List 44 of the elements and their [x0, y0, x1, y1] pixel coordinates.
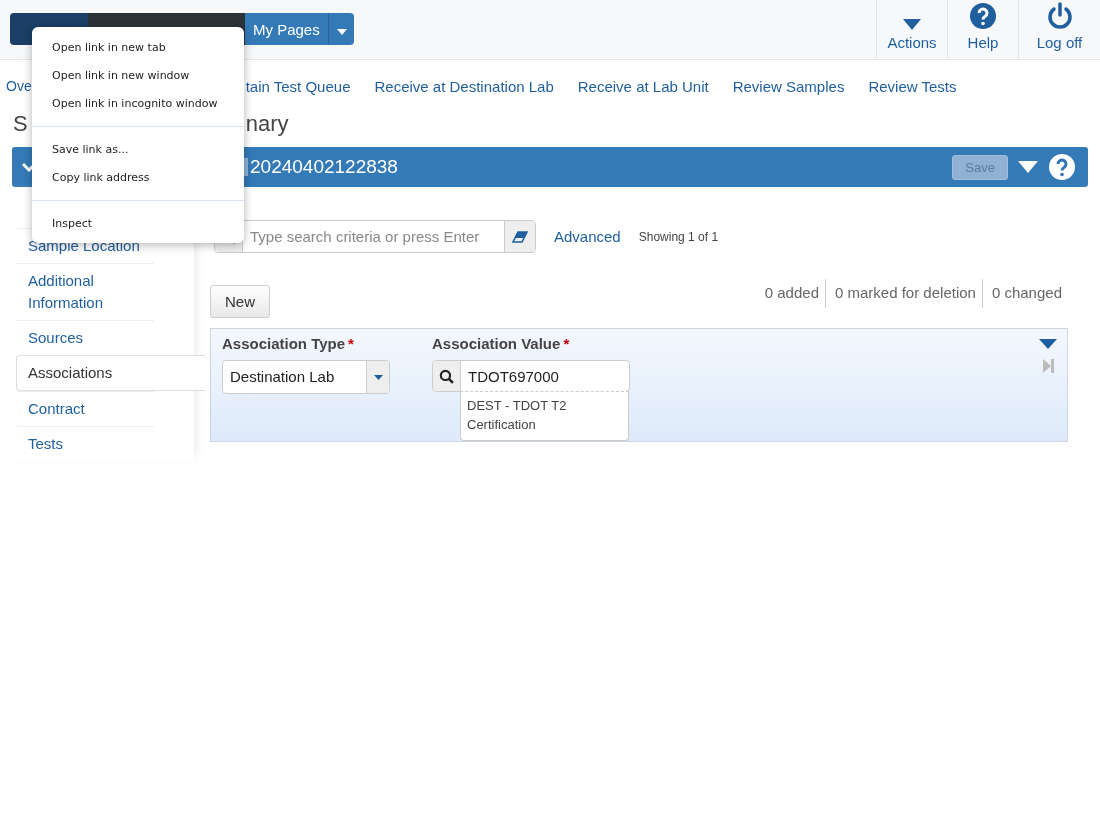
result-count: Showing 1 of 1: [638, 229, 719, 244]
page-title: nary: [245, 111, 289, 137]
type-dropdown[interactable]: Destination Lab: [222, 360, 390, 394]
field-label: Association Value *: [432, 335, 571, 352]
caret-icon: [336, 28, 347, 35]
nav-link[interactable]: Review Samples: [732, 78, 845, 97]
change-count: 0 added: [763, 283, 820, 303]
suggestion-item[interactable]: DEST - TDOT T2 Certification: [460, 391, 629, 441]
nav-link[interactable]: Receive at Lab Unit: [577, 78, 709, 97]
toolbar-button[interactable]: Actions: [876, 0, 947, 59]
power-icon: [1045, 2, 1074, 30]
menu-item[interactable]: Copy link address: [32, 164, 244, 192]
toolbar-button[interactable]: Help: [947, 0, 1018, 59]
search-icon: [439, 368, 454, 384]
caret-icon[interactable]: [1039, 339, 1057, 349]
menu-item[interactable]: Open link in incognito window: [32, 90, 244, 118]
nav-link[interactable]: Ove: [6, 78, 32, 97]
record-title: 20240402122838: [250, 156, 398, 178]
caret-icon: [903, 19, 921, 30]
sidebar-item[interactable]: Tests: [17, 426, 154, 461]
sidebar-item[interactable]: Associations: [16, 355, 205, 391]
dropdown-button[interactable]: [327, 13, 354, 45]
search-field[interactable]: Type search criteria or press Enter: [214, 220, 536, 253]
new-button[interactable]: New: [210, 285, 270, 318]
field-label: Association Type *: [222, 335, 355, 352]
nav-link[interactable]: Receive at Destination Lab: [374, 78, 554, 97]
nav-link[interactable]: tain Test Queue: [245, 78, 351, 97]
change-count: 0 changed: [981, 279, 1068, 308]
sidebar-item[interactable]: Contract: [17, 391, 154, 426]
menu-item[interactable]: Open link in new tab: [32, 34, 244, 62]
eraser-icon[interactable]: [512, 230, 528, 243]
caret-icon[interactable]: [1018, 161, 1038, 173]
value-field[interactable]: TDOT697000: [432, 360, 630, 392]
caret-icon: [373, 374, 383, 380]
help-icon[interactable]: [1048, 153, 1076, 181]
menu-item[interactable]: Save link as...: [32, 136, 244, 164]
change-count: 0 marked for deletion: [825, 279, 982, 308]
toolbar-button[interactable]: Log off: [1018, 0, 1100, 59]
page-title: S: [13, 111, 28, 137]
sidebar-item[interactable]: Additional Information: [17, 263, 154, 320]
nav-link[interactable]: Review Tests: [868, 78, 957, 97]
my-pages-button[interactable]: My Pages: [245, 13, 328, 45]
menu-item[interactable]: Open link in new window: [32, 62, 244, 90]
advanced-link[interactable]: Advanced: [554, 228, 621, 245]
